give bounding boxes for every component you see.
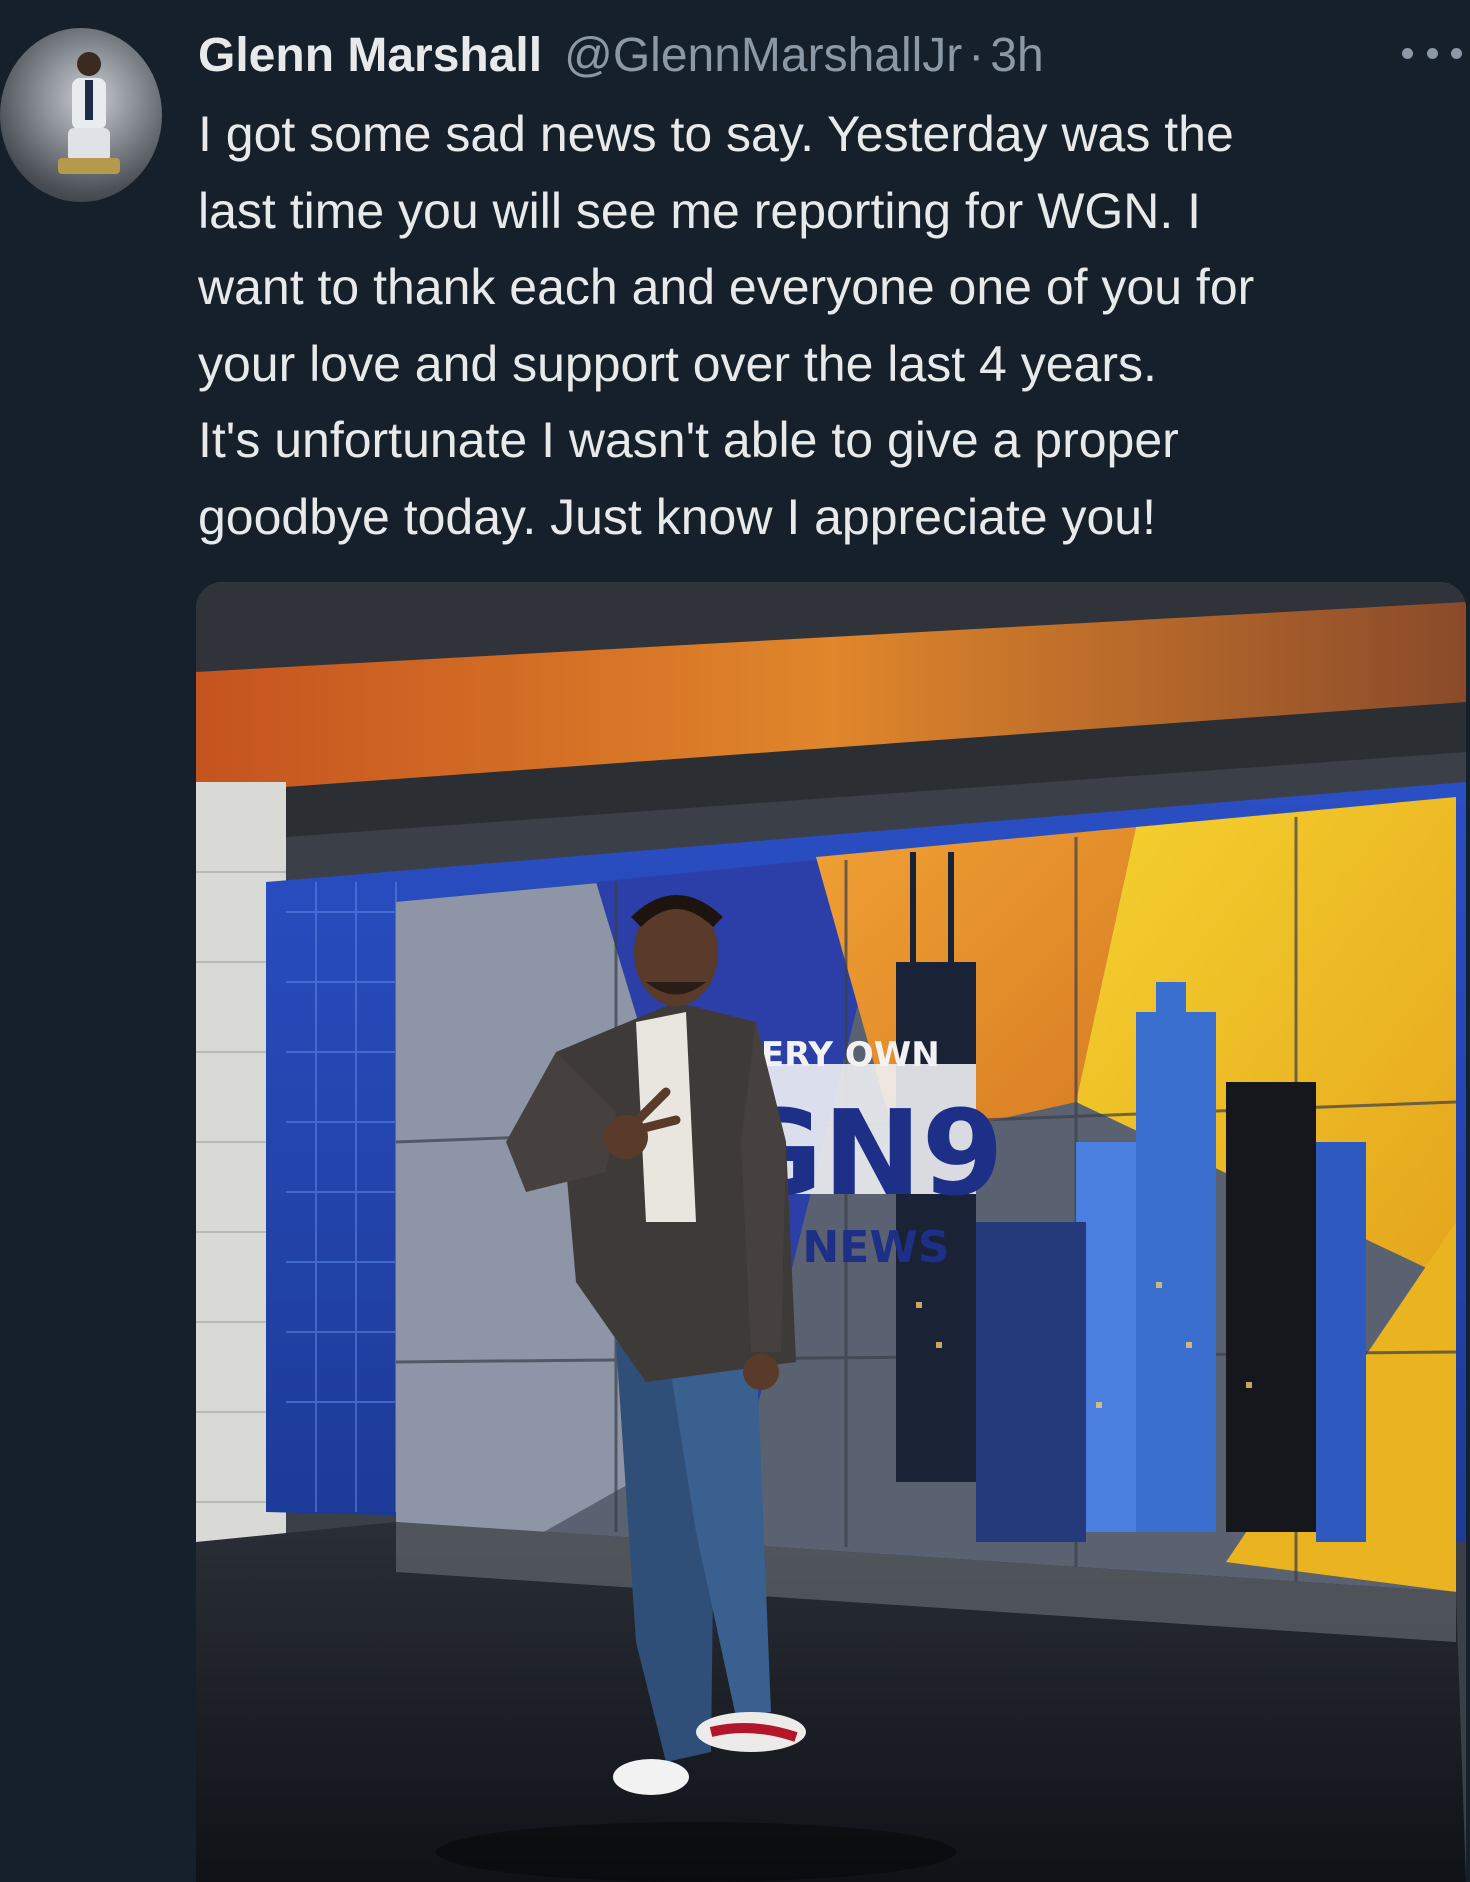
more-options-icon[interactable] bbox=[1402, 38, 1462, 68]
tweet-text-line: your love and support over the last 4 ye… bbox=[198, 335, 1157, 392]
tweet-text-line: I got some sad news to say. Yesterday wa… bbox=[198, 106, 1234, 162]
author-handle[interactable]: @GlennMarshallJr bbox=[564, 28, 962, 83]
dot bbox=[1451, 47, 1462, 59]
tweet-text-line: last time you will see me reporting for … bbox=[198, 182, 1202, 239]
avatar-person-icon bbox=[58, 52, 120, 174]
author-display-name[interactable]: Glenn Marshall bbox=[198, 28, 542, 83]
tweet-timestamp[interactable]: 3h bbox=[990, 28, 1043, 83]
tweet-text: I got some sad news to say. Yesterday wa… bbox=[198, 96, 1458, 555]
tweet-media-photo[interactable]: CHI O'S VERY OWN GN9 G NEWS bbox=[196, 582, 1466, 1882]
tweet-text-line: It's unfortunate I wasn't able to give a… bbox=[198, 412, 1179, 468]
tweet-card: Glenn Marshall @GlennMarshallJr · 3h I g… bbox=[0, 0, 1470, 1882]
dot bbox=[1426, 47, 1438, 59]
avatar[interactable] bbox=[0, 28, 162, 202]
dot bbox=[1402, 47, 1413, 59]
tweet-header: Glenn Marshall @GlennMarshallJr · 3h bbox=[198, 22, 1044, 88]
news-studio-photo-icon: CHI O'S VERY OWN GN9 G NEWS bbox=[196, 582, 1466, 1882]
tweet-text-line: goodbye today. Just know I appreciate yo… bbox=[198, 488, 1157, 545]
tweet-text-line: want to thank each and everyone one of y… bbox=[198, 259, 1255, 315]
header-separator: · bbox=[968, 28, 985, 82]
